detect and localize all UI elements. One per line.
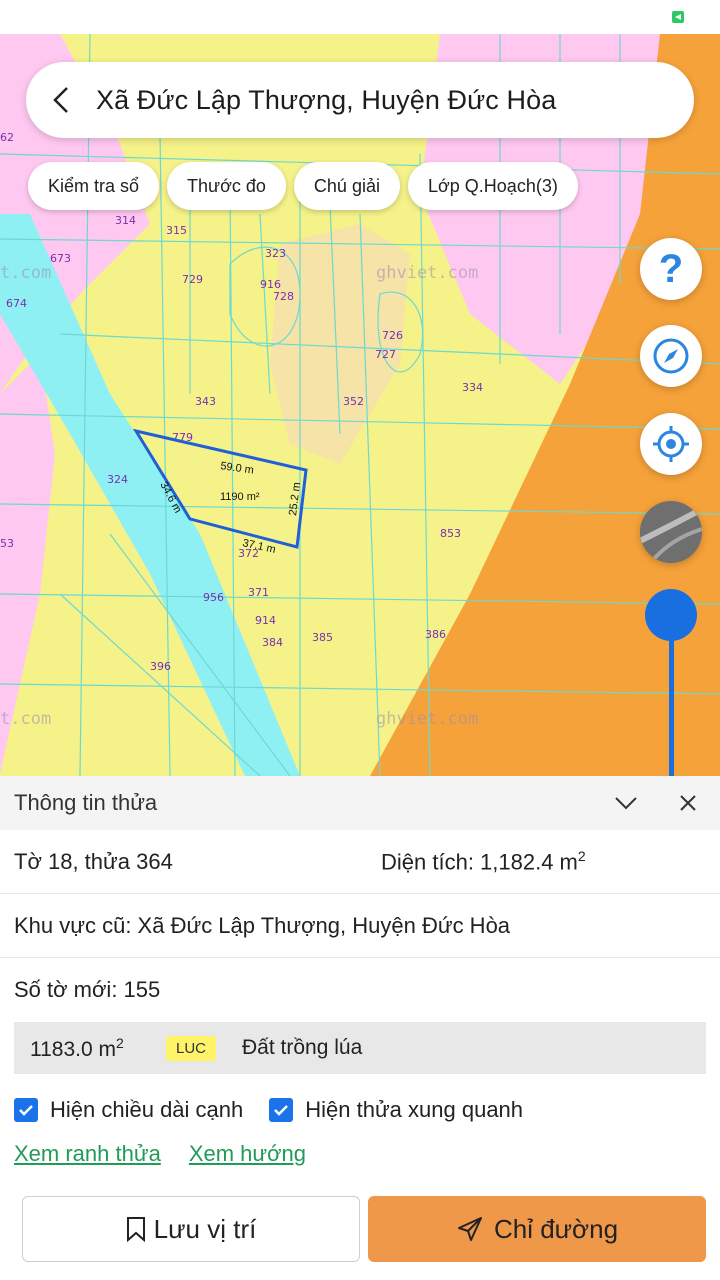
parcel-number: 853	[440, 527, 461, 540]
checkbox-checked-icon	[14, 1098, 38, 1122]
directions-button[interactable]: Chỉ đường	[368, 1196, 706, 1262]
panel-header: Thông tin thửa	[0, 776, 720, 830]
parcel-info-panel: Thông tin thửa Tờ 18, thửa 364 Diện tích…	[0, 776, 720, 1280]
close-button[interactable]	[670, 785, 706, 821]
panel-links: Xem ranh thửa Xem hướng	[0, 1134, 720, 1174]
land-use-code-badge: LUC	[166, 1035, 217, 1061]
crosshair-icon	[653, 426, 689, 462]
watermark: ghviet.com	[376, 263, 478, 283]
action-buttons: Lưu vị trí Chỉ đường	[22, 1196, 706, 1262]
new-sheet-row: Số tờ mới: 155	[0, 958, 720, 1022]
question-icon: ?	[658, 246, 684, 291]
watermark: t.com	[0, 263, 51, 283]
watermark: ghviet.com	[376, 709, 478, 729]
parcel-number: 726	[382, 329, 403, 342]
opacity-slider-handle[interactable]	[645, 589, 697, 641]
checkbox-label: Hiện chiều dài cạnh	[50, 1097, 244, 1122]
save-location-label: Lưu vị trí	[153, 1213, 257, 1244]
display-options: Hiện chiều dài cạnh Hiện thửa xung quanh	[0, 1092, 720, 1128]
show-surrounding-parcels-checkbox[interactable]: Hiện thửa xung quanh	[269, 1097, 523, 1123]
parcel-number: 385	[312, 631, 333, 644]
send-icon	[457, 1217, 482, 1241]
chip-planning-layer[interactable]: Lớp Q.Hoạch(3)	[407, 162, 578, 210]
checkbox-label: Hiện thửa xung quanh	[305, 1097, 524, 1122]
parcel-number: 343	[195, 395, 216, 408]
land-use-row: 1183.0 m2 LUC Đất trồng lúa	[14, 1022, 706, 1074]
page-title: Xã Đức Lập Thượng, Huyện Đức Hòa	[96, 84, 557, 115]
parcel-number: 334	[462, 381, 483, 394]
parcel-number: 314	[115, 214, 136, 227]
help-button[interactable]: ?	[640, 238, 702, 300]
land-use-name: Đất trồng lúa	[242, 1036, 363, 1059]
map-canvas: ghviet.com ghviet.com t.com t.com 314 31…	[0, 34, 720, 776]
close-icon	[680, 795, 696, 811]
parcel-number: 729	[182, 273, 203, 286]
parcel-number: 352	[343, 395, 364, 408]
parcel-number: 673	[50, 252, 71, 265]
chip-legend[interactable]: Chú giải	[293, 162, 400, 210]
old-area-text: Khu vực cũ: Xã Đức Lập Thượng, Huyện Đức…	[14, 912, 511, 938]
chevron-left-icon	[53, 87, 68, 113]
chip-ruler[interactable]: Thước đo	[167, 162, 286, 210]
view-boundary-link[interactable]: Xem ranh thửa	[14, 1141, 161, 1167]
map-view[interactable]: ghviet.com ghviet.com t.com t.com 314 31…	[0, 34, 720, 776]
old-area-row: Khu vực cũ: Xã Đức Lập Thượng, Huyện Đức…	[0, 894, 720, 958]
location-title-bar: Xã Đức Lập Thượng, Huyện Đức Hòa	[26, 62, 694, 138]
parcel-number: 371	[248, 586, 269, 599]
checkbox-checked-icon	[269, 1098, 294, 1122]
edge-length-label: 59.0 m	[220, 460, 255, 477]
opacity-slider-track[interactable]	[669, 640, 674, 776]
sheet-plot-number: Tờ 18, thửa 364	[14, 848, 173, 874]
parcel-summary-row: Tờ 18, thửa 364 Diện tích: 1,182.4 m2	[0, 830, 720, 894]
parcel-number: 323	[265, 247, 286, 260]
view-direction-link[interactable]: Xem hướng	[189, 1141, 306, 1167]
parcel-number: 62	[0, 131, 14, 144]
parcel-area-label: 1190 m²	[220, 491, 260, 503]
parcel-number: 727	[375, 348, 396, 361]
status-bar	[0, 0, 720, 34]
chip-check-book[interactable]: Kiểm tra sổ	[28, 162, 160, 210]
parcel-number: 384	[262, 636, 283, 649]
battery-icon	[672, 11, 684, 23]
bookmark-icon	[126, 1217, 145, 1242]
parcel-number: 386	[425, 628, 446, 641]
watermark: t.com	[0, 709, 51, 729]
parcel-area: Diện tích: 1,182.4 m2	[381, 847, 586, 875]
back-button[interactable]	[26, 62, 96, 138]
parcel-number: 914	[255, 614, 276, 627]
parcel-number: 396	[150, 660, 171, 673]
compass-button[interactable]	[640, 325, 702, 387]
parcel-number: 956	[203, 591, 224, 604]
save-location-button[interactable]: Lưu vị trí	[22, 1196, 360, 1262]
my-location-button[interactable]	[640, 413, 702, 475]
collapse-button[interactable]	[608, 785, 644, 821]
parcel-number: 728	[273, 290, 294, 303]
parcel-number: 53	[0, 537, 14, 550]
parcel-number: 315	[166, 224, 187, 237]
map-tool-chips: Kiểm tra sổ Thước đo Chú giải Lớp Q.Hoạc…	[28, 162, 578, 210]
satellite-thumbnail-icon	[640, 501, 702, 563]
satellite-layer-button[interactable]	[640, 501, 702, 563]
parcel-number: 674	[6, 297, 27, 310]
parcel-number: 324	[107, 473, 128, 486]
show-edge-lengths-checkbox[interactable]: Hiện chiều dài cạnh	[14, 1097, 243, 1123]
new-sheet-text: Số tờ mới: 155	[14, 977, 161, 1002]
land-use-area: 1183.0 m2	[30, 1034, 124, 1061]
chevron-down-icon	[615, 797, 637, 810]
compass-icon	[653, 338, 689, 374]
panel-title: Thông tin thửa	[14, 790, 158, 815]
directions-label: Chỉ đường	[493, 1213, 619, 1244]
